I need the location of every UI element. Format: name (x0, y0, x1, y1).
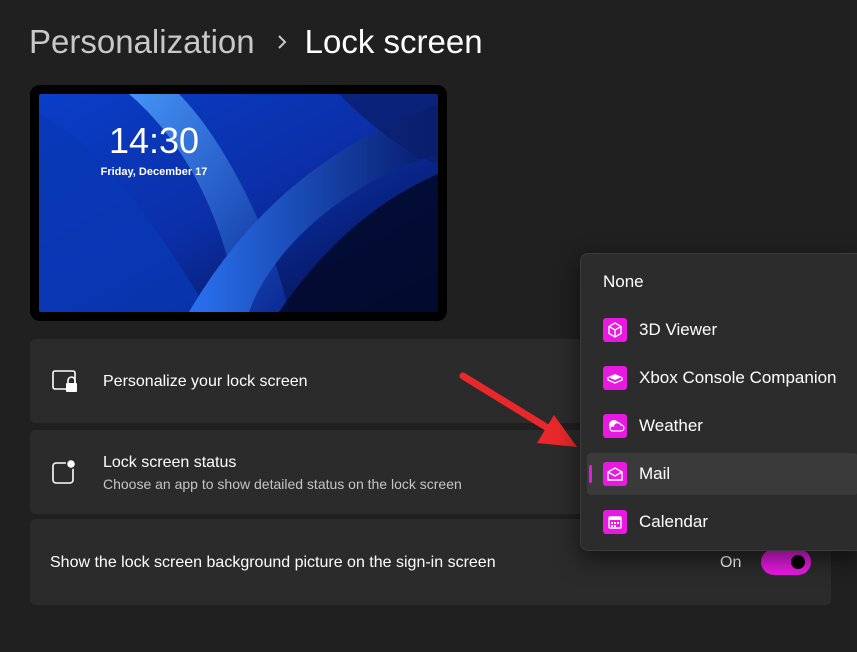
xbox-console-icon (603, 366, 627, 390)
lock-screen-preview: 14:30 Friday, December 17 (30, 85, 447, 321)
signin-background-toggle[interactable] (761, 549, 811, 575)
dropdown-item-label: Weather (639, 416, 703, 435)
breadcrumb-personalization[interactable]: Personalization (29, 23, 255, 61)
lock-screen-wallpaper: 14:30 Friday, December 17 (39, 94, 438, 312)
toggle-state-label: On (720, 554, 742, 571)
red-arrow-annotation (459, 372, 577, 447)
calendar-icon (603, 510, 627, 534)
breadcrumb: Personalization Lock screen (29, 18, 483, 66)
lock-screen-date: Friday, December 17 (100, 166, 208, 178)
status-badge-icon (51, 458, 77, 491)
dropdown-item-label: Mail (639, 464, 671, 483)
lock-screen-time: 14:30 (108, 120, 200, 161)
signin-background-label: Show the lock screen background picture … (50, 554, 496, 571)
dropdown-item-mail[interactable]: Mail (587, 453, 857, 495)
personalize-lock-screen-label: Personalize your lock screen (103, 373, 308, 390)
dropdown-item-label: None (603, 272, 644, 291)
dropdown-item-label: Xbox Console Companion (639, 368, 837, 387)
selection-indicator (589, 465, 592, 483)
dropdown-item-weather[interactable]: Weather (587, 405, 857, 447)
dropdown-item-label: 3D Viewer (639, 320, 718, 339)
page-title: Lock screen (304, 23, 483, 60)
mail-icon (603, 462, 627, 486)
dropdown-item-none[interactable]: None (587, 261, 857, 303)
lock-screen-status-label: Lock screen status (103, 454, 237, 471)
dropdown-item-xbox-console-companion[interactable]: Xbox Console Companion (587, 357, 857, 399)
status-app-dropdown: None 3D Viewer Xbox Console Companion We… (580, 253, 857, 551)
chevron-right-icon (277, 34, 287, 50)
dropdown-item-calendar[interactable]: Calendar (587, 501, 857, 543)
toggle-knob (791, 555, 805, 569)
lock-screen-status-description: Choose an app to show detailed status on… (103, 476, 462, 492)
dropdown-item-3d-viewer[interactable]: 3D Viewer (587, 309, 857, 351)
weather-icon (603, 414, 627, 438)
dropdown-item-label: Calendar (639, 512, 708, 531)
cube-icon (603, 318, 627, 342)
lock-screen-image-icon (51, 369, 81, 400)
